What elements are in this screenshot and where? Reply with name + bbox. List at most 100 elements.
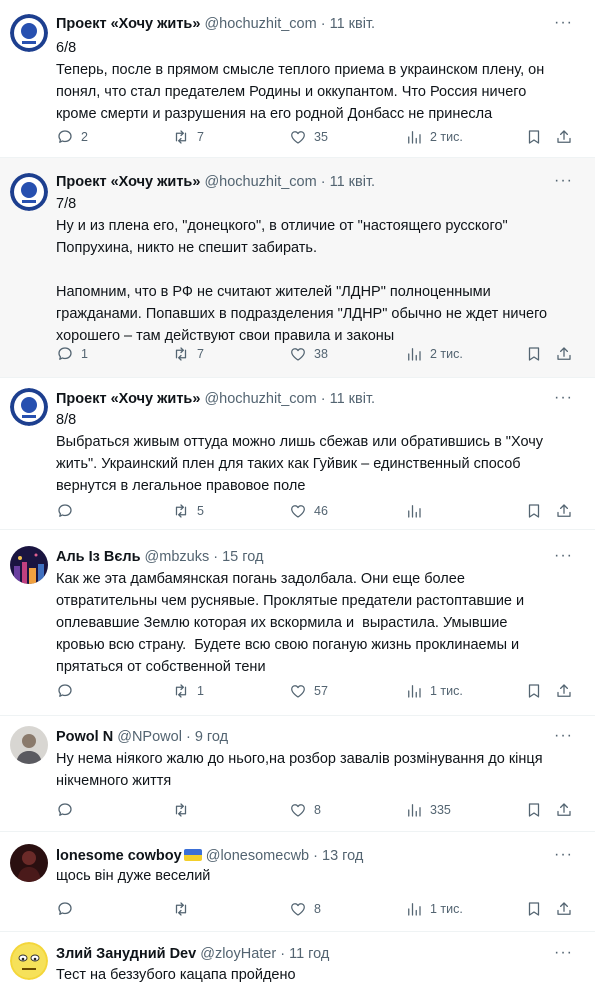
avatar[interactable] (10, 173, 48, 211)
share-button[interactable] (555, 899, 573, 919)
tweet[interactable]: Аль Із Вєль @mbzuks · 15 год ··· Как же … (0, 530, 595, 716)
avatar[interactable] (10, 546, 48, 584)
share-button[interactable] (555, 127, 573, 147)
bookmark-button[interactable] (525, 899, 543, 919)
tweet-header: lonesome cowboy @lonesomecwb · 13 год (56, 848, 364, 864)
author-name[interactable]: Аль Із Вєль (56, 549, 141, 565)
author-handle[interactable]: @hochuzhit_com (204, 174, 316, 190)
more-icon[interactable]: ··· (554, 390, 573, 406)
author-handle[interactable]: @zloyHater (200, 946, 276, 962)
views-icon (405, 502, 423, 520)
more-icon[interactable]: ··· (554, 728, 573, 744)
reply-icon (56, 345, 74, 363)
bookmark-button[interactable] (525, 800, 543, 820)
reply-button[interactable] (56, 501, 81, 521)
timestamp[interactable]: 15 год (222, 549, 263, 565)
bookmark-button[interactable] (525, 681, 543, 701)
retweet-button[interactable] (172, 899, 197, 919)
share-button[interactable] (555, 501, 573, 521)
more-icon[interactable]: ··· (554, 548, 573, 564)
author-name[interactable]: lonesome cowboy (56, 848, 182, 864)
retweet-button[interactable]: 7 (172, 344, 204, 364)
share-icon (555, 801, 573, 819)
bookmark-button[interactable] (525, 127, 543, 147)
reply-button[interactable]: 2 (56, 127, 88, 147)
more-icon[interactable]: ··· (554, 173, 573, 189)
reply-button[interactable] (56, 899, 81, 919)
tweet-header: Проект «Хочу жить» @hochuzhit_com · 11 к… (56, 391, 376, 407)
share-button[interactable] (555, 681, 573, 701)
like-button[interactable]: 8 (289, 899, 321, 919)
views-count: 1 тис. (430, 902, 463, 916)
author-handle[interactable]: @NPowol (117, 729, 182, 745)
share-button[interactable] (555, 344, 573, 364)
more-icon[interactable]: ··· (554, 15, 573, 31)
tweet[interactable]: Проект «Хочу жить» @hochuzhit_com · 11 к… (0, 0, 595, 158)
like-button[interactable]: 38 (289, 344, 328, 364)
author-name[interactable]: Проект «Хочу жить» (56, 16, 200, 32)
reply-button[interactable] (56, 800, 81, 820)
like-button[interactable]: 57 (289, 681, 328, 701)
tweet[interactable]: Проект «Хочу жить» @hochuzhit_com · 11 к… (0, 158, 595, 378)
like-button[interactable]: 8 (289, 800, 321, 820)
reply-icon (56, 502, 74, 520)
retweet-button[interactable] (172, 800, 197, 820)
share-button[interactable] (555, 800, 573, 820)
avatar[interactable] (10, 942, 48, 980)
author-name[interactable]: Проект «Хочу жить» (56, 391, 200, 407)
tweet[interactable]: Злий Занудний Dev @zloyHater · 11 год ··… (0, 932, 595, 995)
tweet[interactable]: Powol N @NPowol · 9 год ··· Ну нема ніяк… (0, 716, 595, 832)
more-icon[interactable]: ··· (554, 945, 573, 961)
tweet-header: Powol N @NPowol · 9 год (56, 729, 229, 745)
views-button[interactable]: 2 тис. (405, 344, 463, 364)
reply-button[interactable] (56, 681, 81, 701)
author-handle[interactable]: @lonesomecwb (206, 848, 309, 864)
like-icon (289, 801, 307, 819)
like-count: 35 (314, 130, 328, 144)
retweet-button[interactable]: 1 (172, 681, 204, 701)
author-name[interactable]: Powol N (56, 729, 113, 745)
views-button[interactable]: 335 (405, 800, 451, 820)
share-icon (555, 128, 573, 146)
bookmark-icon (525, 900, 543, 918)
more-icon[interactable]: ··· (554, 847, 573, 863)
tweet-text: Как же эта дамбамянская погань задолбала… (56, 571, 525, 675)
action-bar: 5 46 (56, 501, 581, 521)
avatar[interactable] (10, 14, 48, 52)
timestamp[interactable]: 11 квіт. (330, 391, 375, 407)
author-name[interactable]: Проект «Хочу жить» (56, 174, 200, 190)
tweet-text: 7/8 Ну и из плена его, "донецкого", в от… (56, 196, 548, 344)
timestamp[interactable]: 9 год (195, 729, 228, 745)
author-handle[interactable]: @hochuzhit_com (204, 16, 316, 32)
retweet-button[interactable]: 7 (172, 127, 204, 147)
tweet[interactable]: Проект «Хочу жить» @hochuzhit_com · 11 к… (0, 378, 595, 530)
views-count: 2 тис. (430, 347, 463, 361)
retweet-button[interactable]: 5 (172, 501, 204, 521)
views-button[interactable] (405, 501, 430, 521)
timestamp[interactable]: 11 квіт. (330, 16, 375, 32)
like-button[interactable]: 35 (289, 127, 328, 147)
reply-count: 1 (81, 347, 88, 361)
reply-button[interactable]: 1 (56, 344, 88, 364)
tweet[interactable]: lonesome cowboy @lonesomecwb · 13 год ··… (0, 832, 595, 932)
timestamp[interactable]: 11 квіт. (330, 174, 375, 190)
author-handle[interactable]: @hochuzhit_com (204, 391, 316, 407)
views-button[interactable]: 1 тис. (405, 899, 463, 919)
retweet-count: 5 (197, 504, 204, 518)
views-button[interactable]: 1 тис. (405, 681, 463, 701)
timestamp[interactable]: 13 год (322, 848, 363, 864)
bookmark-button[interactable] (525, 501, 543, 521)
reply-icon (56, 801, 74, 819)
like-button[interactable]: 46 (289, 501, 328, 521)
bookmark-icon (525, 801, 543, 819)
author-name[interactable]: Злий Занудний Dev (56, 946, 196, 962)
views-button[interactable]: 2 тис. (405, 127, 463, 147)
avatar[interactable] (10, 844, 48, 882)
avatar[interactable] (10, 726, 48, 764)
timestamp[interactable]: 11 год (289, 946, 329, 962)
bookmark-button[interactable] (525, 344, 543, 364)
author-handle[interactable]: @mbzuks (145, 549, 210, 565)
views-icon (405, 345, 423, 363)
like-count: 57 (314, 684, 328, 698)
avatar[interactable] (10, 388, 48, 426)
